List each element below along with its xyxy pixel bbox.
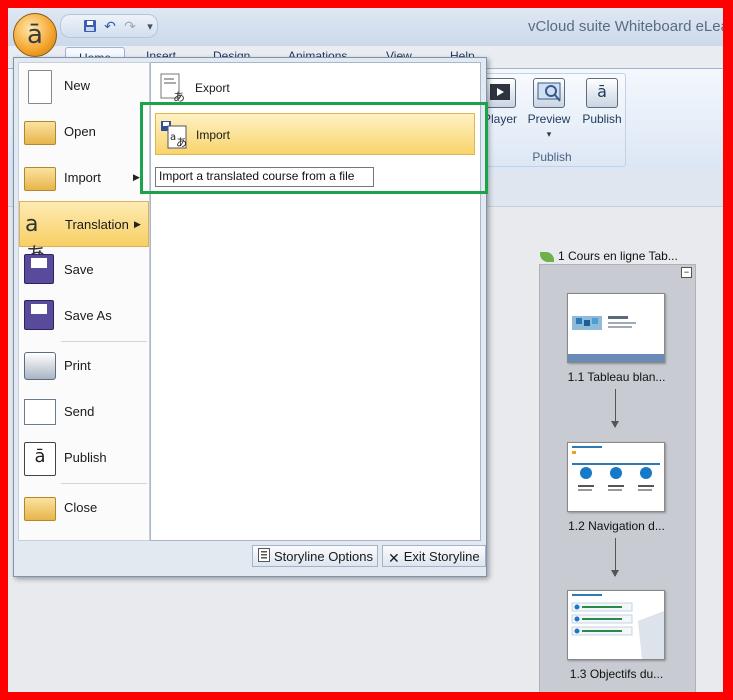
menu-item-import-label: Import <box>64 170 101 185</box>
menu-item-new-label: New <box>64 78 91 93</box>
exit-icon: ✕ <box>388 549 400 566</box>
flow-arrow <box>611 389 619 428</box>
menu-item-send-label: Send <box>64 404 95 419</box>
slide-label-1-2: 1.2 Navigation d... <box>568 519 665 533</box>
storyline-options-label: Storyline Options <box>274 549 373 564</box>
menu-separator <box>61 341 147 342</box>
menu-item-save[interactable]: Save <box>19 247 149 293</box>
scene-header[interactable]: 1 Cours en ligne Tab... <box>540 249 678 263</box>
translation-icon: aあ <box>25 212 47 269</box>
menu-item-send[interactable]: Send <box>19 389 149 435</box>
menu-footer: Storyline Options ✕ Exit Storyline <box>18 543 486 571</box>
preview-label: Preview <box>527 112 571 126</box>
submenu-item-export-label: Export <box>195 81 230 95</box>
new-document-icon <box>28 70 52 104</box>
save-icon <box>24 254 54 284</box>
slide-thumbnail-1-3[interactable] <box>567 590 665 660</box>
scene-title: 1 Cours en ligne Tab... <box>558 249 678 263</box>
menu-item-new[interactable]: New <box>19 63 149 109</box>
customize-toolbar-icon[interactable]: ▾ <box>141 17 159 35</box>
menu-item-print[interactable]: Print <box>19 343 149 389</box>
title-bar: ↶ ↷ ▾ vCloud suite Whiteboard eLea <box>8 8 723 46</box>
player-icon <box>484 78 516 108</box>
printer-icon <box>24 352 56 380</box>
collapse-scene-button[interactable]: − <box>681 267 692 278</box>
slide-label-1-3: 1.3 Objectifs du... <box>569 667 664 681</box>
publish-label: Publish <box>582 112 622 126</box>
window-title: vCloud suite Whiteboard eLea <box>528 18 723 35</box>
menu-item-open-label: Open <box>64 124 96 139</box>
publish-button[interactable]: ā Publish <box>581 78 623 126</box>
menu-item-print-label: Print <box>64 358 91 373</box>
submenu-arrow-icon: ▶ <box>133 172 140 182</box>
highlight-annotation-box <box>140 102 488 194</box>
publish-group-label: Publish <box>532 150 572 164</box>
menu-item-save-as-label: Save As <box>64 308 112 323</box>
send-icon <box>24 399 56 425</box>
application-button[interactable]: ā <box>13 13 57 57</box>
menu-item-publish-label: Publish <box>64 450 107 465</box>
publish-group: Player Preview ▾ ā Publish Publish <box>478 73 626 167</box>
menu-item-save-label: Save <box>64 262 94 277</box>
preview-button[interactable]: Preview ▾ <box>525 78 573 140</box>
menu-item-open[interactable]: Open <box>19 109 149 155</box>
flow-arrow <box>611 538 619 577</box>
storyline-options-button[interactable]: Storyline Options <box>252 545 378 567</box>
save-icon[interactable] <box>81 17 99 35</box>
menu-commands-pane: New Open Import ▶ aあ Translation ▶ Save <box>18 62 150 541</box>
import-folder-icon <box>24 167 56 191</box>
menu-item-close[interactable]: Close <box>19 485 149 531</box>
publish-icon: ā <box>24 442 56 476</box>
player-label: Player <box>482 112 517 126</box>
menu-item-save-as[interactable]: Save As <box>19 293 149 339</box>
menu-item-translation[interactable]: aあ Translation ▶ <box>19 201 149 269</box>
options-icon <box>258 547 270 569</box>
save-as-icon <box>24 300 54 330</box>
submenu-arrow-icon: ▶ <box>134 219 141 229</box>
menu-separator <box>61 483 147 484</box>
exit-storyline-button[interactable]: ✕ Exit Storyline <box>382 545 486 567</box>
export-translation-icon: あ <box>159 73 189 104</box>
menu-item-import[interactable]: Import ▶ <box>19 155 149 201</box>
exit-storyline-label: Exit Storyline <box>403 549 480 564</box>
menu-item-publish[interactable]: ā Publish <box>19 435 149 481</box>
slide-label-1-1: 1.1 Tableau blan... <box>567 370 666 384</box>
open-folder-icon <box>24 121 56 145</box>
close-folder-icon <box>24 497 56 521</box>
publish-icon: ā <box>586 78 618 108</box>
preview-dropdown-icon[interactable]: ▾ <box>547 129 552 139</box>
undo-icon[interactable]: ↶ <box>101 17 119 35</box>
slide-thumbnail-1-2[interactable] <box>567 442 665 512</box>
slide-thumbnail-1-1[interactable] <box>567 293 665 363</box>
preview-icon <box>533 78 565 108</box>
quick-access-toolbar: ↶ ↷ ▾ <box>60 14 158 38</box>
menu-item-translation-label: Translation <box>65 217 129 232</box>
scene-icon <box>540 251 554 262</box>
whiteboard-icon: ā <box>27 20 43 50</box>
application-window: ↶ ↷ ▾ vCloud suite Whiteboard eLea Home … <box>8 8 723 692</box>
redo-icon[interactable]: ↷ <box>121 17 139 35</box>
menu-item-close-label: Close <box>64 500 98 515</box>
